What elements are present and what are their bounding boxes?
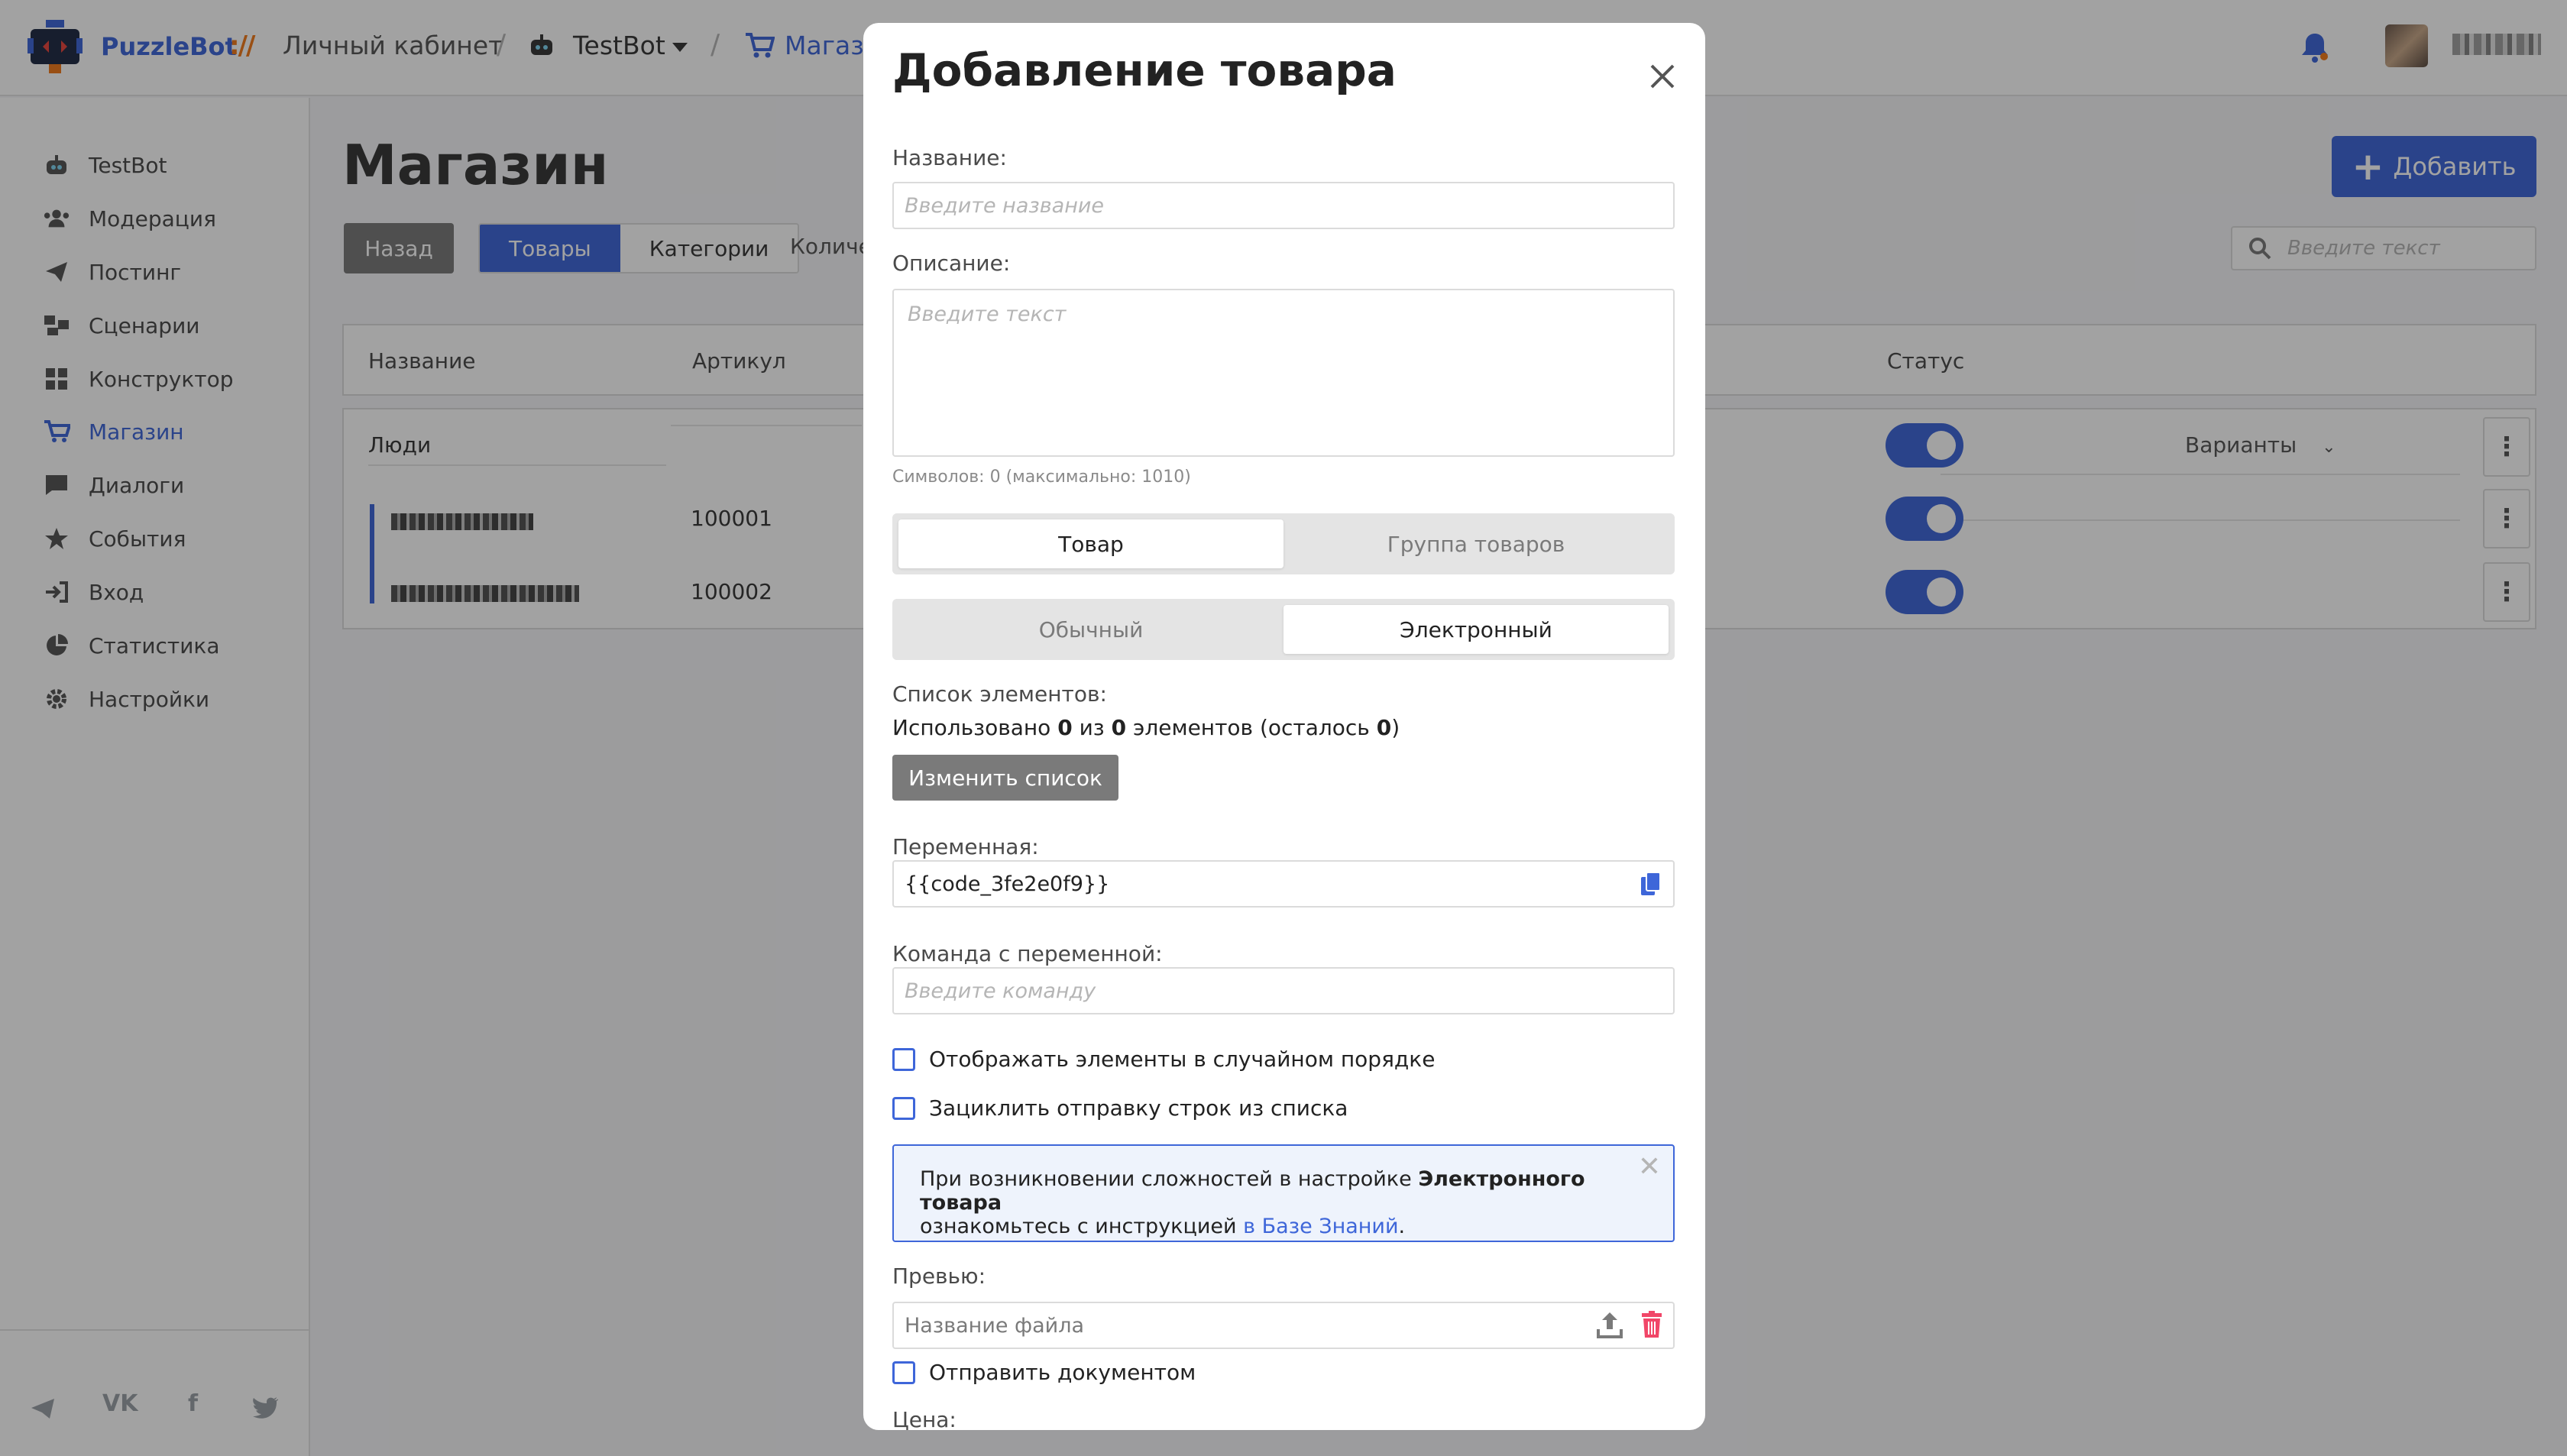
add-product-modal: Добавление товара Название: Введите назв…: [863, 23, 1705, 1430]
close-icon[interactable]: [1647, 61, 1678, 92]
command-label: Команда с переменной:: [892, 941, 1163, 966]
modal-title: Добавление товара: [892, 44, 1397, 96]
copy-icon[interactable]: [1640, 871, 1662, 897]
preview-file-field[interactable]: Название файла: [892, 1302, 1675, 1349]
file-name-placeholder: Название файла: [905, 1313, 1085, 1338]
name-field[interactable]: Введите название: [892, 182, 1675, 229]
checkbox-loop[interactable]: Зациклить отправку строк из списка: [892, 1095, 1348, 1121]
command-placeholder: Введите команду: [905, 979, 1096, 1003]
kind-option-regular[interactable]: Обычный: [898, 605, 1284, 654]
price-label: Цена:: [892, 1407, 957, 1430]
checkbox[interactable]: [892, 1361, 915, 1384]
name-label: Название:: [892, 145, 1007, 170]
name-placeholder: Введите название: [905, 193, 1105, 218]
checkbox-send-as-document[interactable]: Отправить документом: [892, 1360, 1196, 1385]
close-icon[interactable]: ✕: [1638, 1153, 1661, 1181]
notice-text: При возникновении сложностей в настройке: [920, 1167, 1419, 1191]
elements-usage: Использовано 0 из 0 элементов (осталось …: [892, 715, 1400, 740]
knowledge-base-link[interactable]: в Базе Знаний: [1243, 1215, 1398, 1238]
checkbox[interactable]: [892, 1096, 915, 1120]
command-field[interactable]: Введите команду: [892, 967, 1675, 1014]
type-option-group[interactable]: Группа товаров: [1284, 519, 1669, 568]
elements-list-label: Список элементов:: [892, 681, 1107, 707]
info-notice: При возникновении сложностей в настройке…: [892, 1144, 1675, 1242]
variable-field[interactable]: {{code_3fe2e0f9}}: [892, 860, 1675, 908]
description-placeholder: Введите текст: [908, 303, 1067, 326]
product-kind-switch: Обычный Электронный: [892, 599, 1675, 660]
description-label: Описание:: [892, 251, 1011, 276]
notice-text: ознакомьтесь с инструкцией: [920, 1215, 1244, 1238]
product-type-switch: Товар Группа товаров: [892, 513, 1675, 574]
trash-icon[interactable]: [1641, 1311, 1662, 1338]
edit-list-button[interactable]: Изменить список: [892, 755, 1118, 801]
variable-label: Переменная:: [892, 834, 1039, 859]
checkbox-random-order[interactable]: Отображать элементы в случайном порядке: [892, 1047, 1435, 1072]
description-field[interactable]: Введите текст: [892, 289, 1675, 457]
kind-option-electronic[interactable]: Электронный: [1284, 605, 1669, 654]
checkbox[interactable]: [892, 1047, 915, 1071]
variable-value: {{code_3fe2e0f9}}: [905, 872, 1110, 896]
checkbox-label: Отображать элементы в случайном порядке: [929, 1047, 1436, 1072]
upload-icon[interactable]: [1597, 1311, 1623, 1338]
preview-label: Превью:: [892, 1263, 986, 1289]
description-char-count: Символов: 0 (максимально: 1010): [892, 468, 1191, 487]
checkbox-label: Отправить документом: [929, 1360, 1196, 1385]
type-option-product[interactable]: Товар: [898, 519, 1284, 568]
checkbox-label: Зациклить отправку строк из списка: [929, 1095, 1348, 1121]
